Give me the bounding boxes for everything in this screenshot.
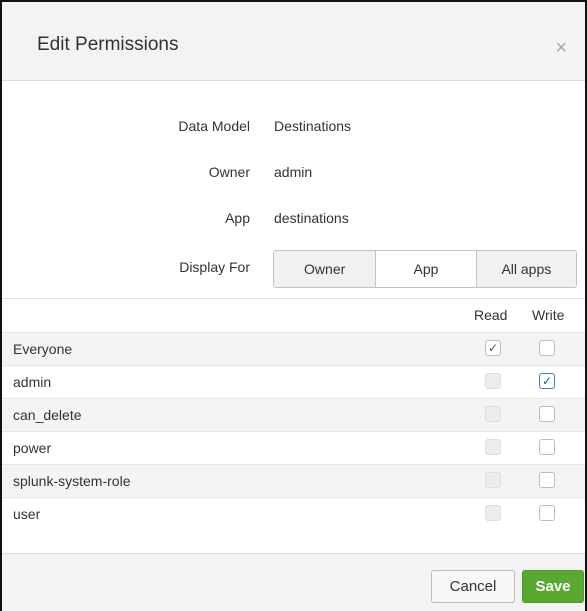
write-column-header: Write: [532, 307, 565, 323]
display-for-label: Display For: [179, 259, 250, 275]
app-label: App: [225, 210, 250, 226]
display-for-all-apps-option[interactable]: All apps: [477, 251, 576, 287]
permissions-table: Everyone ✓ admin ✓ can_delete power splu…: [2, 332, 585, 530]
data-model-row: Data Model Destinations: [2, 118, 585, 140]
table-row: admin ✓: [2, 365, 585, 398]
role-name: user: [13, 506, 41, 522]
write-checkbox[interactable]: ✓: [539, 373, 555, 389]
write-checkbox[interactable]: [539, 505, 555, 521]
cancel-button[interactable]: Cancel: [431, 570, 515, 603]
data-model-value: Destinations: [274, 118, 352, 134]
display-for-app-option[interactable]: App: [376, 251, 477, 287]
owner-label: Owner: [208, 164, 250, 180]
save-button[interactable]: Save: [522, 570, 584, 603]
owner-row: Owner admin: [2, 164, 585, 186]
display-for-toggle: Owner App All apps: [273, 250, 577, 288]
table-row: power: [2, 431, 585, 464]
read-checkbox[interactable]: ✓: [485, 340, 501, 356]
table-row: can_delete: [2, 398, 585, 431]
read-checkbox: [485, 472, 501, 488]
role-name: splunk-system-role: [13, 473, 131, 489]
display-for-owner-option[interactable]: Owner: [274, 251, 377, 287]
read-column-header: Read: [474, 307, 508, 323]
table-row: splunk-system-role: [2, 464, 585, 497]
role-name: power: [13, 440, 52, 456]
table-row: user: [2, 497, 585, 530]
app-value: destinations: [274, 210, 349, 226]
section-divider: [2, 298, 585, 299]
write-checkbox[interactable]: [539, 472, 555, 488]
read-checkbox: [485, 406, 501, 422]
table-row: Everyone ✓: [2, 332, 585, 365]
role-name: can_delete: [13, 407, 82, 423]
edit-permissions-dialog: Edit Permissions × Data Model Destinatio…: [0, 0, 587, 611]
checkmark-icon: ✓: [487, 341, 499, 355]
dialog-footer: Cancel Save: [2, 553, 585, 611]
checkmark-icon: ✓: [541, 374, 553, 388]
dialog-title: Edit Permissions: [37, 34, 179, 55]
write-checkbox[interactable]: [539, 439, 555, 455]
app-row: App destinations: [2, 210, 585, 232]
write-checkbox[interactable]: [539, 406, 555, 422]
read-checkbox: [485, 373, 501, 389]
read-checkbox: [485, 439, 501, 455]
dialog-header: Edit Permissions ×: [2, 2, 585, 81]
write-checkbox[interactable]: [539, 340, 555, 356]
role-name: Everyone: [13, 341, 73, 357]
close-icon[interactable]: ×: [555, 38, 567, 58]
read-checkbox: [485, 505, 501, 521]
data-model-label: Data Model: [178, 118, 250, 134]
role-name: admin: [13, 374, 52, 390]
owner-value: admin: [274, 164, 313, 180]
